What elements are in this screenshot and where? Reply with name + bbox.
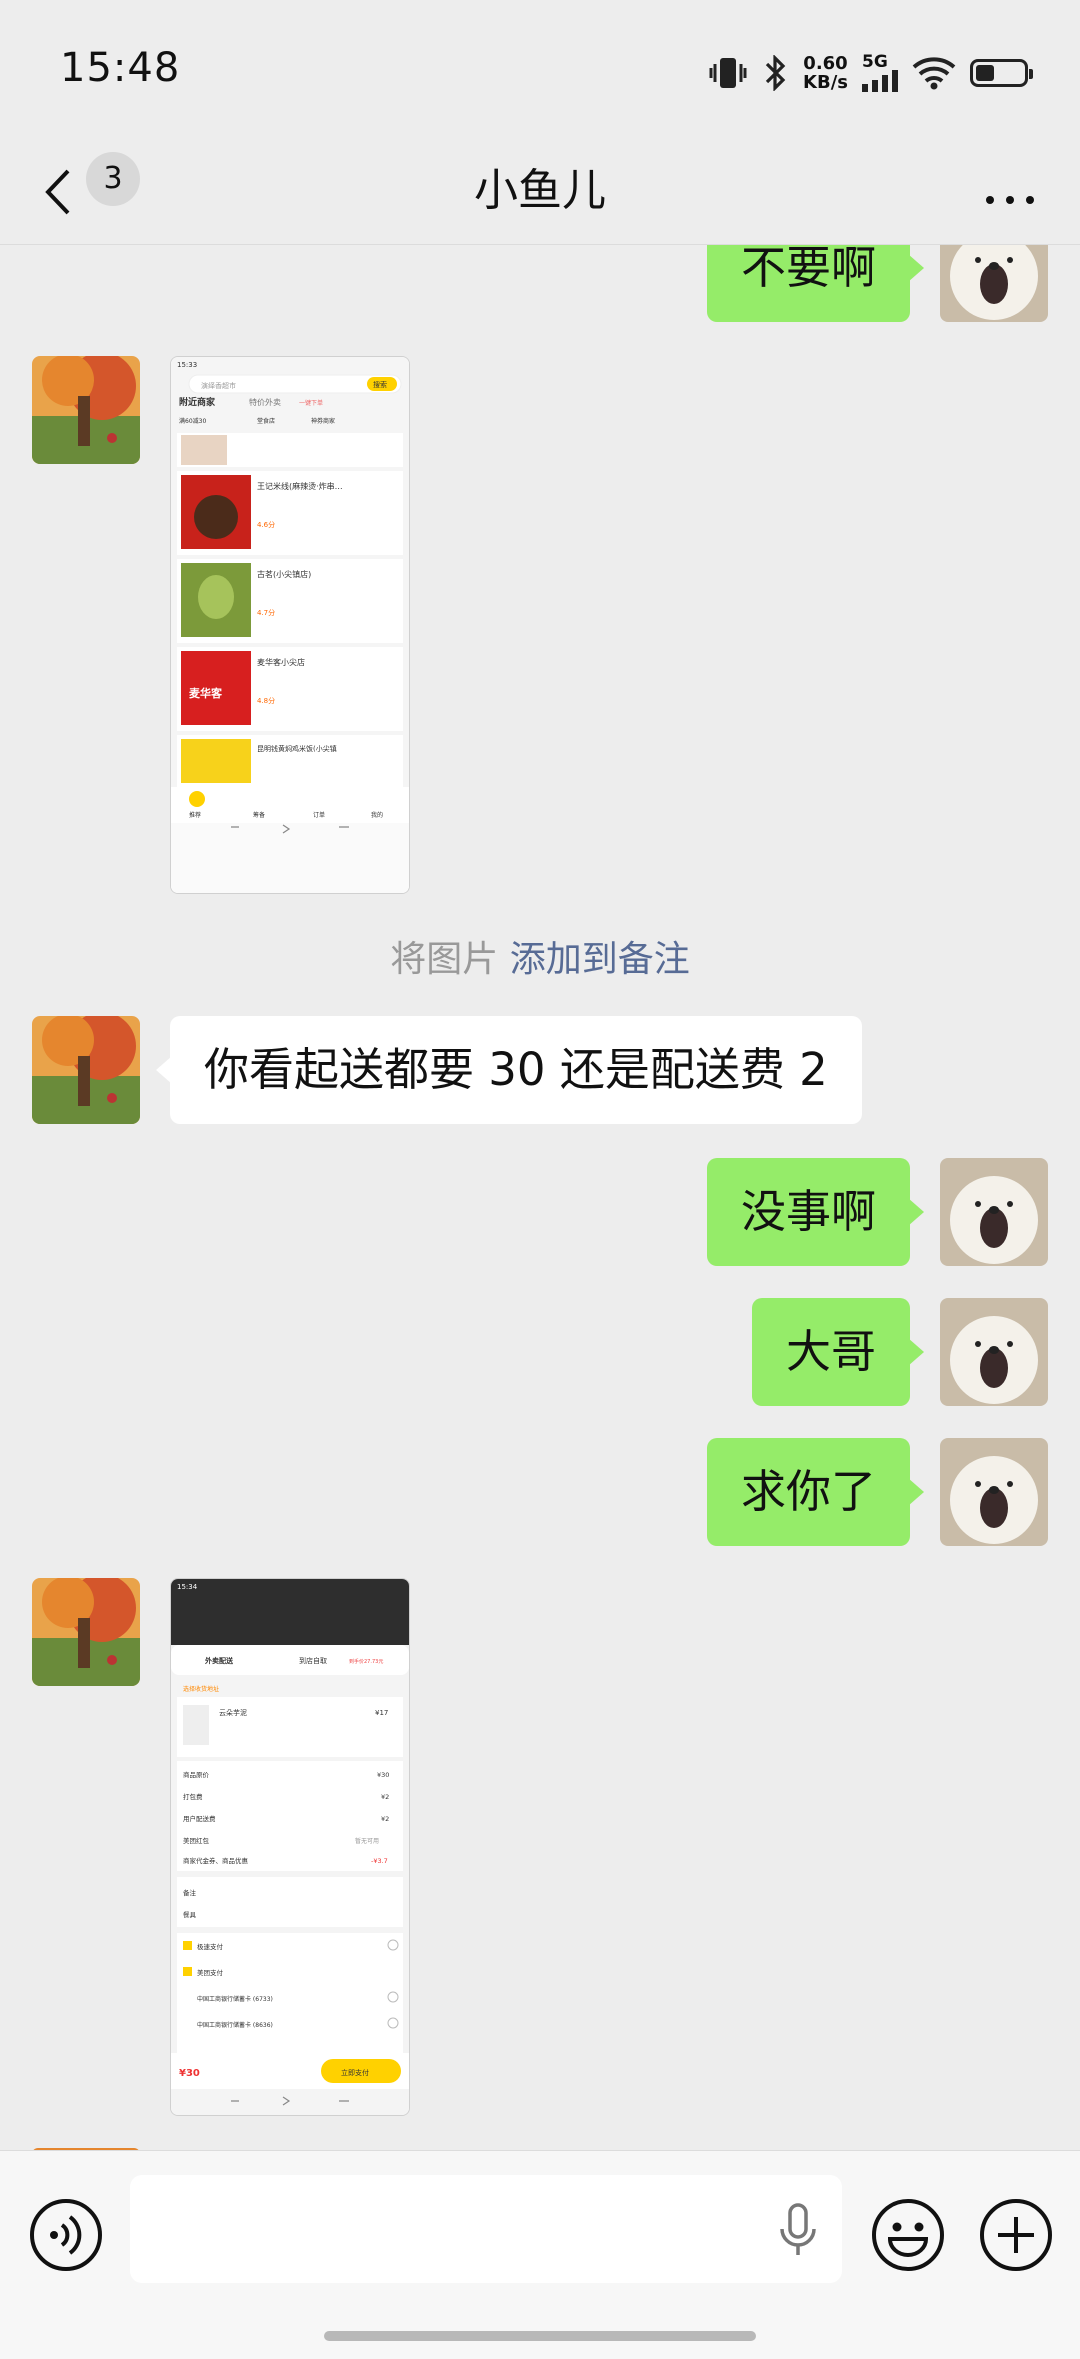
shot2-address: 选择收货地址 xyxy=(183,1685,219,1693)
shot1-search-btn: 搜索 xyxy=(373,380,387,389)
input-bar xyxy=(0,2150,1080,2359)
plus-icon xyxy=(980,2199,1052,2271)
wifi-icon xyxy=(912,56,956,90)
shot2-line-value: -¥3.7 xyxy=(371,1857,388,1865)
status-time: 15:48 xyxy=(60,45,181,91)
shot2-total: ¥30 xyxy=(179,2068,200,2079)
shot1-filter: 堂食店 xyxy=(257,417,275,425)
more-functions-button[interactable] xyxy=(978,2197,1054,2273)
microphone-icon xyxy=(780,2203,816,2255)
shot2-line-value: ¥2 xyxy=(381,1815,389,1823)
shot2-line-value: 暂无可用 xyxy=(355,1837,379,1845)
more-icon xyxy=(986,196,1034,204)
status-bar: 15:48 0.60 KB/s 5G xyxy=(0,0,1080,140)
add-to-remark-link[interactable]: 添加到备注 xyxy=(510,939,690,980)
shot2-tab-delivery: 外卖配送 xyxy=(205,1656,234,1665)
message-bubble[interactable]: 不要啊 xyxy=(706,244,925,322)
shot2-line-value: ¥2 xyxy=(381,1793,389,1801)
shot1-shop-name: 王记米线(麻辣烫·炸串… xyxy=(257,481,343,491)
self-avatar[interactable] xyxy=(940,1438,1048,1546)
home-indicator[interactable] xyxy=(324,2331,756,2341)
emoji-button[interactable] xyxy=(870,2197,946,2273)
contact-avatar[interactable] xyxy=(32,1578,140,1686)
status-icons: 0.60 KB/s 5G xyxy=(707,48,1033,98)
shot2-line-label: 打包费 xyxy=(183,1792,203,1801)
message-bubble[interactable]: 大哥 xyxy=(751,1298,925,1406)
net-speed: 0.60 KB/s xyxy=(803,53,848,93)
shot1-shop-name: 麦华客小尖店 xyxy=(257,657,305,667)
voice-icon xyxy=(30,2199,102,2271)
bluetooth-icon xyxy=(763,55,789,91)
shot1-nav: 订单 xyxy=(313,811,325,819)
shot1-tab-badge: 一键下单 xyxy=(299,399,323,407)
shot2-card: 中国工商银行储蓄卡 (8636) xyxy=(197,2021,273,2029)
shot2-line-label: 商品原价 xyxy=(183,1770,210,1779)
shot1-shop-name: 昆明钱黄焖鸡米饭(小尖镇 xyxy=(257,744,337,753)
shot1-nav: 筹备 xyxy=(253,811,265,819)
system-tip: 将图片 添加到备注 xyxy=(0,930,1080,982)
shot2-line-label: 美团红包 xyxy=(183,1836,210,1845)
chat-title: 小鱼儿 xyxy=(474,165,606,216)
shot2-tableware: 餐具 xyxy=(183,1910,197,1919)
self-avatar[interactable] xyxy=(940,244,1048,322)
microphone-button[interactable] xyxy=(778,2201,818,2261)
chat-header: 3 小鱼儿 xyxy=(0,140,1080,245)
battery-icon xyxy=(970,59,1033,87)
shot1-shop-logo: 麦华客 xyxy=(189,686,223,700)
message-list[interactable]: 不要啊 15:33 演绎香超市 搜索 附近商家 特价外卖 一键下单 满60减30… xyxy=(0,244,1080,2150)
self-avatar[interactable] xyxy=(940,1158,1048,1266)
self-avatar[interactable] xyxy=(940,1298,1048,1406)
shot2-line-label: 用户配送费 xyxy=(183,1814,216,1823)
contact-avatar[interactable] xyxy=(32,356,140,464)
message-bubble[interactable]: 你看起送都要 30 还是配送费 2 xyxy=(156,1016,862,1124)
emoji-icon xyxy=(872,2199,944,2271)
shot1-search: 演绎香超市 xyxy=(201,381,236,390)
image-message[interactable]: 15:34 外卖配送 到店自取 到手价27.73元 选择收货地址 云朵芋泥 ¥1… xyxy=(170,1578,410,2116)
image-message[interactable]: 15:33 演绎香超市 搜索 附近商家 特价外卖 一键下单 满60减30 堂食店… xyxy=(170,356,410,894)
voice-button[interactable] xyxy=(28,2197,104,2273)
shot1-shop-rating: 4.6分 xyxy=(257,520,275,529)
message-input[interactable] xyxy=(130,2175,842,2283)
shot1-time: 15:33 xyxy=(177,361,197,369)
shot2-remark: 备注 xyxy=(183,1888,197,1897)
shot2-card: 中国工商银行储蓄卡 (6733) xyxy=(197,1995,273,2003)
shot1-shop-rating: 4.8分 xyxy=(257,696,275,705)
signal-icon: 5G xyxy=(862,54,898,92)
shot2-pay-meituan: 美团支付 xyxy=(197,1968,224,1977)
more-button[interactable] xyxy=(980,162,1040,222)
shot2-item-name: 云朵芋泥 xyxy=(219,1709,247,1717)
shot1-filter: 神券商家 xyxy=(311,417,335,425)
vibrate-icon xyxy=(707,56,749,90)
shot2-time: 15:34 xyxy=(177,1583,198,1591)
shot2-line-label: 商家代金券、商品优惠 xyxy=(183,1856,249,1865)
shot1-shop-rating: 4.7分 xyxy=(257,608,275,617)
shot2-item-price: ¥17 xyxy=(375,1709,388,1717)
message-bubble[interactable]: 求你了 xyxy=(706,1438,925,1546)
shot2-line-value: ¥30 xyxy=(377,1771,389,1779)
system-tip-text: 将图片 xyxy=(390,939,499,980)
shot1-tab-nearby: 附近商家 xyxy=(179,396,216,408)
shot1-tab-special: 特价外卖 xyxy=(249,397,281,407)
shot2-pay-fast: 极速支付 xyxy=(197,1942,224,1951)
shot1-shop-name: 古茗(小尖镇店) xyxy=(257,569,311,579)
shot2-tab-pickup: 到店自取 xyxy=(299,1656,327,1665)
message-bubble[interactable]: 没事啊 xyxy=(706,1158,925,1266)
shot1-nav: 推荐 xyxy=(189,811,201,819)
shot1-filter: 满60减30 xyxy=(179,417,206,425)
shot2-pay-btn: 立即支付 xyxy=(341,2068,369,2077)
shot1-nav: 我的 xyxy=(371,811,383,819)
shot2-pickup-badge: 到手价27.73元 xyxy=(349,1658,383,1665)
contact-avatar[interactable] xyxy=(32,1016,140,1124)
